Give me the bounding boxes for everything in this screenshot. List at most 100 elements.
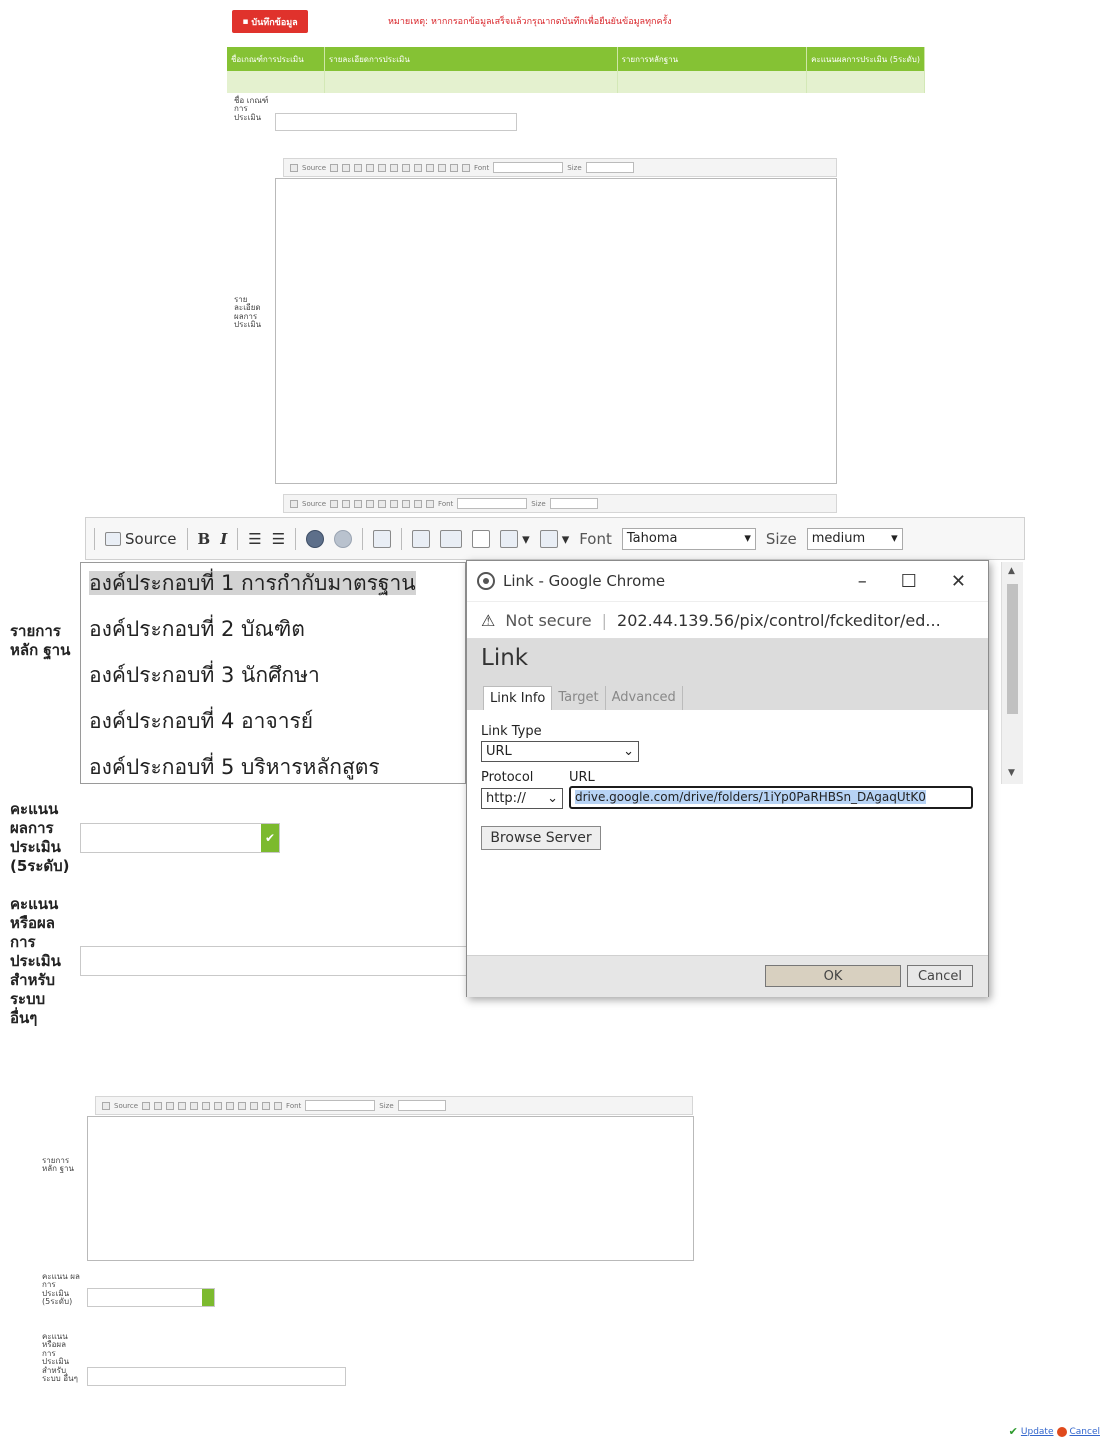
- score-select[interactable]: ✔: [80, 823, 280, 853]
- other-score-label: คะแนน หรือผล การ ประเมิน สำหรับ ระบบ อื่…: [10, 895, 61, 1027]
- detail-editor-area[interactable]: [275, 178, 837, 484]
- help-icon[interactable]: [402, 499, 411, 508]
- image-icon[interactable]: [414, 163, 423, 172]
- size-select[interactable]: [549, 498, 598, 509]
- tab-target[interactable]: Target: [552, 686, 606, 710]
- evidence-editor-content[interactable]: องค์ประกอบที่ 1 การกำกับมาตรฐาน องค์ประก…: [80, 562, 466, 784]
- lower-other-score-input[interactable]: [87, 1367, 346, 1386]
- list-item[interactable]: องค์ประกอบที่ 1 การกำกับมาตรฐาน: [81, 563, 465, 609]
- browse-server-button[interactable]: Browse Server: [481, 826, 601, 850]
- rule-icon[interactable]: [250, 1101, 259, 1110]
- save-button-label: บันทึกข้อมูล: [251, 17, 298, 28]
- font-select[interactable]: [457, 498, 528, 509]
- size-select[interactable]: [397, 1100, 446, 1111]
- tab-advanced[interactable]: Advanced: [606, 686, 683, 710]
- address-bar[interactable]: ⚠ Not secure | 202.44.139.56/pix/control…: [467, 601, 988, 639]
- size-select[interactable]: [585, 162, 634, 173]
- lower-score-select[interactable]: [87, 1288, 215, 1307]
- cancel-link[interactable]: Cancel: [1070, 1427, 1101, 1437]
- dialog-footer: OK Cancel: [467, 955, 988, 997]
- source-icon[interactable]: [290, 163, 298, 172]
- vertical-scrollbar[interactable]: ▲ ▼: [1001, 562, 1023, 784]
- tab-link-info[interactable]: Link Info: [483, 686, 553, 710]
- ordered-list-icon[interactable]: [166, 1101, 175, 1110]
- link-icon[interactable]: [378, 499, 387, 508]
- bullet-list-button[interactable]: ☰: [272, 530, 285, 548]
- bullet-list-icon[interactable]: [366, 163, 375, 172]
- table-icon[interactable]: [426, 163, 435, 172]
- text-color-button[interactable]: ▾: [500, 529, 530, 548]
- unlink-icon[interactable]: [390, 499, 399, 508]
- bold-icon[interactable]: [142, 1101, 151, 1110]
- grid-header-name[interactable]: ชื่อเกณฑ์การประเมิน: [227, 47, 325, 71]
- grid-header-detail[interactable]: รายละเอียดการประเมิน: [324, 47, 618, 71]
- size-select[interactable]: medium ▾: [806, 527, 903, 550]
- link-type-select[interactable]: URL ⌄: [481, 741, 639, 762]
- font-select[interactable]: [305, 1100, 376, 1111]
- link-icon[interactable]: [190, 1101, 199, 1110]
- scroll-down-icon[interactable]: ▼: [1008, 768, 1015, 778]
- source-button[interactable]: Source: [302, 500, 326, 508]
- italic-icon[interactable]: [154, 1101, 163, 1110]
- font-select[interactable]: [493, 162, 564, 173]
- criteria-name-input[interactable]: [275, 113, 517, 131]
- minimize-icon[interactable]: –: [858, 571, 867, 592]
- scroll-up-icon[interactable]: ▲: [1008, 566, 1015, 576]
- link-icon[interactable]: [378, 163, 387, 172]
- ordered-list-icon[interactable]: [354, 163, 363, 172]
- bold-button[interactable]: B: [198, 530, 211, 548]
- italic-icon[interactable]: [342, 163, 351, 172]
- protocol-select[interactable]: http:// ⌄: [481, 788, 563, 809]
- list-item[interactable]: องค์ประกอบที่ 3 นักศึกษา: [81, 655, 465, 701]
- rule-icon[interactable]: [438, 163, 447, 172]
- text-color-icon[interactable]: [262, 1101, 271, 1110]
- unlink-icon[interactable]: [202, 1101, 211, 1110]
- italic-icon[interactable]: [342, 499, 351, 508]
- link-icon[interactable]: [306, 529, 325, 548]
- close-icon[interactable]: ✕: [951, 571, 966, 592]
- image-icon[interactable]: [414, 499, 423, 508]
- bullet-list-icon[interactable]: [366, 499, 375, 508]
- lower-evidence-editor-area[interactable]: [87, 1116, 694, 1261]
- grid-header-score[interactable]: คะแนนผลการประเมิน (5ระดับ): [806, 47, 925, 71]
- other-score-input[interactable]: [80, 946, 470, 976]
- bold-icon[interactable]: [330, 163, 339, 172]
- bg-color-icon[interactable]: [462, 163, 471, 172]
- list-item[interactable]: องค์ประกอบที่ 2 บัณฑิต: [81, 609, 465, 655]
- help-icon[interactable]: [402, 163, 411, 172]
- bold-icon[interactable]: [330, 499, 339, 508]
- text-color-icon[interactable]: [450, 163, 459, 172]
- image-icon[interactable]: [226, 1101, 235, 1110]
- italic-button[interactable]: I: [220, 530, 227, 548]
- list-item[interactable]: องค์ประกอบที่ 5 บริหารหลักสูตร: [81, 747, 465, 783]
- cancel-button[interactable]: Cancel: [907, 965, 973, 987]
- ordered-list-icon[interactable]: [354, 499, 363, 508]
- table-icon[interactable]: [440, 529, 463, 548]
- ordered-list-button[interactable]: ☰: [248, 530, 261, 548]
- bullet-list-icon[interactable]: [178, 1101, 187, 1110]
- grid-header-evidence[interactable]: รายการหลักฐาน: [617, 47, 808, 71]
- ok-button[interactable]: OK: [765, 965, 901, 987]
- source-button[interactable]: Source: [302, 164, 326, 172]
- source-button[interactable]: Source: [105, 530, 177, 548]
- help-icon[interactable]: [373, 529, 392, 548]
- table-icon[interactable]: [426, 499, 435, 508]
- source-button[interactable]: Source: [114, 1102, 138, 1110]
- table-icon[interactable]: [238, 1101, 247, 1110]
- unlink-icon[interactable]: [390, 163, 399, 172]
- font-select[interactable]: Tahoma ▾: [621, 527, 756, 550]
- update-link[interactable]: Update: [1021, 1427, 1054, 1437]
- source-icon[interactable]: [290, 499, 298, 508]
- bg-color-icon[interactable]: [274, 1101, 283, 1110]
- maximize-icon[interactable]: ☐: [901, 571, 917, 592]
- help-icon[interactable]: [214, 1101, 223, 1110]
- url-input[interactable]: drive.google.com/drive/folders/1iYp0PaRH…: [569, 786, 973, 809]
- horizontal-rule-icon[interactable]: [472, 529, 491, 548]
- list-item[interactable]: องค์ประกอบที่ 4 อาจารย์: [81, 701, 465, 747]
- scroll-thumb[interactable]: [1007, 584, 1018, 714]
- unlink-icon[interactable]: [334, 529, 353, 548]
- bg-color-button[interactable]: ▾: [539, 529, 569, 548]
- source-icon[interactable]: [102, 1101, 110, 1110]
- image-icon[interactable]: [412, 529, 431, 548]
- save-button[interactable]: ▪ บันทึกข้อมูล: [232, 10, 308, 33]
